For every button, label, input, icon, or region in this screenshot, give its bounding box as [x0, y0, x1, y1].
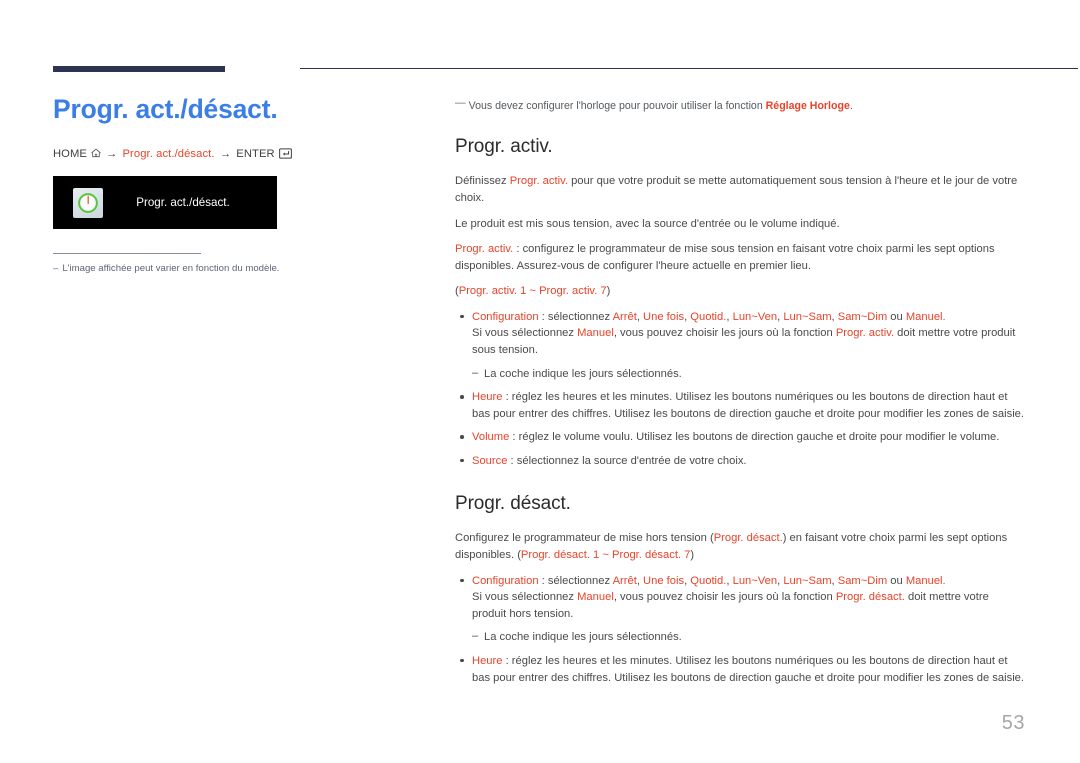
s1-b0-func: Progr. activ.	[835, 327, 895, 340]
footnote: – L'image affichée peut varier en fonctio…	[53, 263, 413, 274]
s2-b0-opt-2: Quotid.	[690, 574, 727, 587]
menu-preview-box: Progr. act./désact.	[53, 176, 277, 230]
power-toggle-icon	[73, 187, 103, 218]
menu-preview-label: Progr. act./désact.	[136, 196, 230, 210]
s1-b1-label: Heure	[472, 391, 503, 404]
s2-b0-conj: ou	[887, 574, 906, 587]
s2-range-red1: Progr. désact. 1	[520, 549, 600, 562]
s2-range-close: )	[690, 549, 695, 562]
home-icon	[90, 148, 102, 158]
list-item: Heure : réglez les heures et les minutes…	[455, 653, 1025, 686]
s2-b0-manual: Manuel	[577, 591, 614, 604]
breadcrumb-home-label: HOME	[53, 148, 87, 161]
s2-b0-opt-0: Arrêt	[612, 574, 637, 587]
section1-range: (Progr. activ. 1 ~ Progr. activ. 7)	[455, 283, 1025, 300]
s1-p1-a: Définissez	[455, 175, 510, 188]
s1-b0-opt-4: Lun~Sam	[783, 310, 832, 323]
s2-b0-text-c: , vous pouvez choisir les jours où la fo…	[613, 591, 836, 604]
s2-range-tilde: ~	[599, 549, 613, 562]
section-title-progr-desact: Progr. désact.	[455, 493, 571, 515]
list-item-subnote: La coche indique les jours sélectionnés.	[455, 365, 1025, 383]
s1-range-red1: Progr. activ. 1	[458, 285, 527, 298]
page-title: Progr. act./désact.	[53, 94, 278, 124]
s2-b0-opt-1: Une fois	[643, 574, 685, 587]
s1-b0-text-c: , vous pouvez choisir les jours où la fo…	[613, 327, 836, 340]
top-note-dash: —	[455, 97, 466, 109]
breadcrumb-current[interactable]: Progr. act./désact.	[122, 148, 214, 160]
s2-p1-a: Configurez le programmateur de mise hors…	[455, 532, 714, 545]
s2-b0-label: Configuration	[472, 574, 539, 587]
list-item: Volume : réglez le volume voulu. Utilise…	[455, 429, 1025, 446]
header-rule-group	[53, 66, 1078, 76]
s2-p1-red: Progr. désact.	[713, 532, 783, 545]
s2-b0-func: Progr. désact.	[835, 591, 905, 604]
section1-bullet-list: Configuration : sélectionnez Arrêt, Une …	[455, 309, 1025, 470]
s2-b0-last: Manuel.	[905, 574, 946, 587]
s1-b3-label: Source	[472, 454, 508, 467]
list-item: Configuration : sélectionnez Arrêt, Une …	[455, 309, 1025, 359]
list-item: Configuration : sélectionnez Arrêt, Une …	[455, 573, 1025, 623]
s2-b1-label: Heure	[472, 654, 503, 667]
s2-b0-text-a: : sélectionnez	[538, 574, 613, 587]
section-title-progr-activ: Progr. activ.	[455, 136, 553, 158]
s1-b0-text-b: Si vous sélectionnez	[472, 327, 578, 340]
s1-b1-text: : réglez les heures et les minutes. Util…	[472, 391, 1025, 420]
top-note-text: Vous devez configurer l'horloge pour pou…	[468, 100, 766, 112]
section1-paragraph-2: Le produit est mis sous tension, avec la…	[455, 217, 840, 230]
s1-range-tilde: ~	[526, 285, 540, 298]
section1-paragraph-3: Progr. activ. : configurez le programmat…	[455, 241, 1025, 274]
s2-b0-opt-3: Lun~Ven	[732, 574, 778, 587]
s1-b2-text: : réglez le volume voulu. Utilisez les b…	[509, 431, 1000, 444]
s1-b0-opt-0: Arrêt	[612, 310, 637, 323]
right-column: — Vous devez configurer l'horloge pour po…	[455, 96, 1025, 693]
s2-b0-opt-4: Lun~Sam	[783, 574, 832, 587]
s1-b0-opt-3: Lun~Ven	[732, 310, 778, 323]
s2-b0-text-b: Si vous sélectionnez	[472, 591, 578, 604]
top-note-highlight: Réglage Horloge	[765, 100, 850, 112]
header-rule-thick	[53, 66, 225, 72]
s1-range-close: )	[606, 285, 611, 298]
footnote-text: L'image affichée peut varier en fonction…	[62, 263, 280, 275]
s1-b0-last: Manuel.	[905, 310, 946, 323]
breadcrumb-arrow-2: →	[219, 148, 232, 161]
s1-p3-b: : configurez le programmateur de mise so…	[455, 243, 995, 272]
s1-b3-text: : sélectionnez la source d'entrée de vot…	[507, 454, 747, 467]
top-note-period: .	[849, 100, 853, 112]
section2-paragraph-1: Configurez le programmateur de mise hors…	[455, 530, 1025, 563]
s2-subnote: La coche indique les jours sélectionnés.	[484, 631, 682, 644]
s1-b0-conj: ou	[887, 310, 906, 323]
list-item-subnote: La coche indique les jours sélectionnés.	[455, 628, 1025, 646]
list-item: Source : sélectionnez la source d'entrée…	[455, 453, 1025, 470]
top-note: — Vous devez configurer l'horloge pour po…	[455, 96, 1025, 114]
s1-b0-opt-2: Quotid.	[690, 310, 727, 323]
left-column: Progr. act./désact. HOME → Progr. act./dé…	[53, 94, 413, 274]
s1-b0-opt-1: Une fois	[643, 310, 685, 323]
s1-b0-label: Configuration	[472, 310, 539, 323]
s2-b0-opt-5: Sam~Dim	[837, 574, 888, 587]
s1-b0-text-a: : sélectionnez	[538, 310, 613, 323]
footnote-separator	[53, 253, 201, 255]
list-item: Heure : réglez les heures et les minutes…	[455, 389, 1025, 422]
s1-p3-red: Progr. activ.	[455, 243, 514, 256]
s2-b1-text: : réglez les heures et les minutes. Util…	[472, 654, 1025, 684]
s2-range-red2: Progr. désact. 7	[612, 549, 691, 562]
s1-range-red2: Progr. activ. 7	[539, 285, 607, 298]
s1-p1-red: Progr. activ.	[509, 175, 568, 188]
section2-bullet-list: Configuration : sélectionnez Arrêt, Une …	[455, 573, 1025, 686]
s1-b0-manual: Manuel	[577, 327, 614, 340]
breadcrumb-enter-label: ENTER	[236, 148, 275, 161]
enter-key-icon	[278, 148, 292, 160]
s1-b0-opt-5: Sam~Dim	[837, 310, 888, 323]
header-rule-thin	[300, 68, 1078, 69]
breadcrumb: HOME → Progr. act./désact. → ENTER	[53, 148, 413, 160]
page-number: 53	[1001, 712, 1025, 734]
footnote-dash: –	[53, 263, 59, 275]
s1-subnote: La coche indique les jours sélectionnés.	[484, 367, 682, 380]
s1-b2-label: Volume	[472, 431, 510, 444]
breadcrumb-arrow-1: →	[105, 148, 118, 161]
section1-paragraph-1: Définissez Progr. activ. pour que votre …	[455, 173, 1025, 206]
